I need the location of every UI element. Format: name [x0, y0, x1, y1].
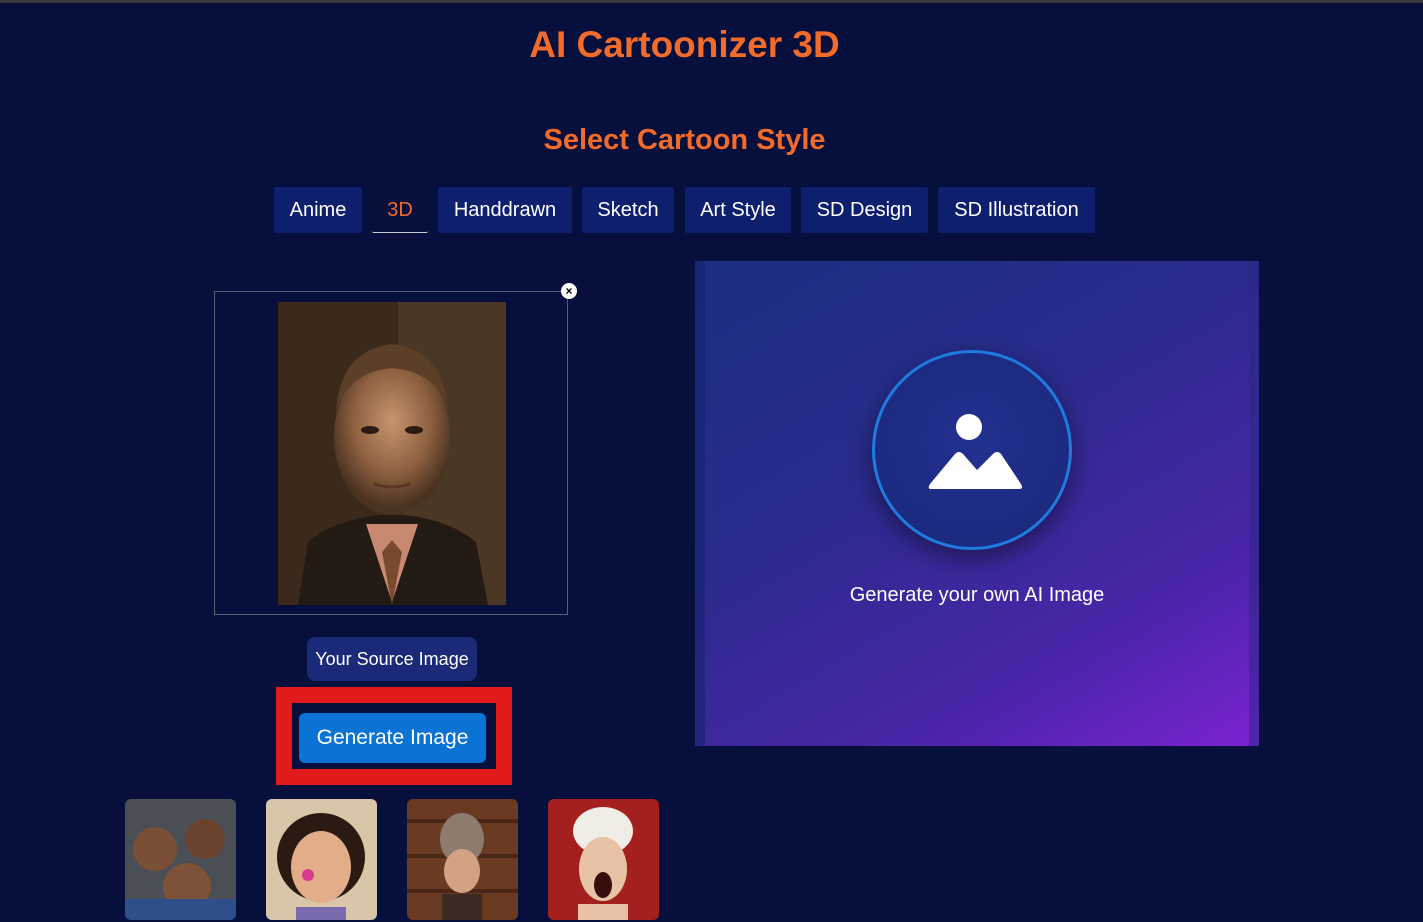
- portrait-illustration: [278, 302, 506, 605]
- tab-art-style[interactable]: Art Style: [685, 187, 791, 233]
- source-image-label: Your Source Image: [307, 637, 477, 681]
- sample-screaming-woman-icon: [548, 799, 659, 920]
- sample-kids-icon: [125, 799, 236, 920]
- tab-anime[interactable]: Anime: [274, 187, 362, 233]
- window-top-border: [0, 0, 1423, 3]
- tab-3d[interactable]: 3D: [372, 187, 428, 233]
- image-placeholder-icon: [928, 414, 1023, 489]
- sample-image-kids[interactable]: [125, 799, 236, 920]
- sample-hat-man-icon: [407, 799, 518, 920]
- output-panel-right-edge: [1249, 261, 1259, 746]
- generate-image-button[interactable]: Generate Image: [299, 713, 486, 763]
- tab-handdrawn[interactable]: Handdrawn: [438, 187, 572, 233]
- source-portrait-image: [278, 302, 506, 605]
- tab-sd-design[interactable]: SD Design: [801, 187, 928, 233]
- app-title: AI Cartoonizer 3D: [529, 24, 840, 65]
- tab-sketch[interactable]: Sketch: [582, 187, 674, 233]
- style-heading: Select Cartoon Style: [543, 124, 826, 156]
- sample-image-hat-man[interactable]: [407, 799, 518, 920]
- output-panel-left-edge: [695, 261, 705, 746]
- sample-girl-icon: [266, 799, 377, 920]
- tab-sd-illustration[interactable]: SD Illustration: [938, 187, 1095, 233]
- image-placeholder-circle: [872, 350, 1072, 550]
- sample-image-screaming-woman[interactable]: [548, 799, 659, 920]
- output-placeholder-text: Generate your own AI Image: [849, 584, 1105, 606]
- remove-image-button[interactable]: ×: [561, 283, 577, 299]
- sample-image-girl[interactable]: [266, 799, 377, 920]
